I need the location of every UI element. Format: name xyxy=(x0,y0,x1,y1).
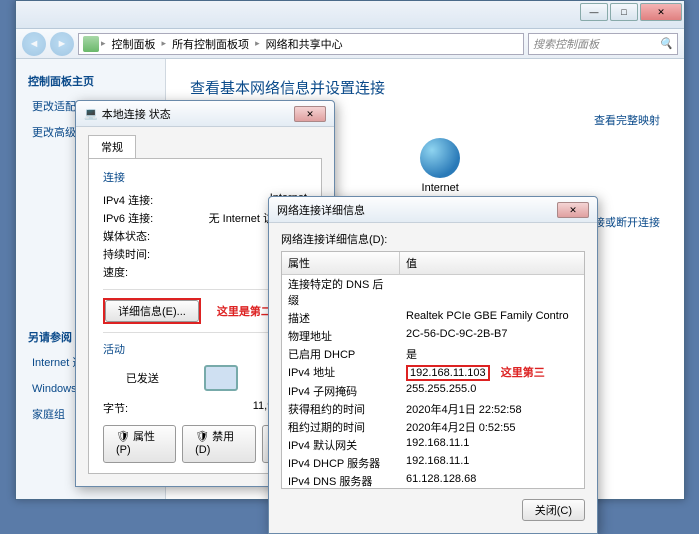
detail-row: 获得租约的时间2020年4月1日 22:52:58 xyxy=(282,400,584,418)
detail-row: 连接特定的 DNS 后缀 xyxy=(282,275,584,309)
navbar: ◄ ► ▸ 控制面板 ▸ 所有控制面板项 ▸ 网络和共享中心 搜索控制面板 🔍 xyxy=(16,29,684,59)
close-button[interactable]: ✕ xyxy=(640,3,682,21)
sent-label: 已发送 xyxy=(126,370,159,386)
page-heading: 查看基本网络信息并设置连接 xyxy=(190,77,660,98)
globe-icon xyxy=(420,138,460,178)
detail-dialog: 网络连接详细信息 ✕ 网络连接详细信息(D): 属性 值 连接特定的 DNS 后… xyxy=(268,196,598,534)
status-close-button[interactable]: ✕ xyxy=(294,106,326,122)
back-button[interactable]: ◄ xyxy=(22,32,46,56)
control-panel-icon xyxy=(83,36,99,52)
detail-subtitle: 网络连接详细信息(D): xyxy=(281,231,585,247)
search-input[interactable]: 搜索控制面板 🔍 xyxy=(528,33,678,55)
detail-dialog-title: 网络连接详细信息 ✕ xyxy=(269,197,597,223)
minimize-button[interactable]: — xyxy=(580,3,608,21)
detail-row: 描述Realtek PCIe GBE Family Contro xyxy=(282,309,584,327)
forward-button[interactable]: ► xyxy=(50,32,74,56)
detail-row: 租约过期的时间2020年4月2日 0:52:55 xyxy=(282,418,584,436)
breadcrumb-item[interactable]: 所有控制面板项 xyxy=(168,36,253,52)
group-connection: 连接 xyxy=(103,169,307,185)
monitor-icon xyxy=(204,365,238,391)
tab-general[interactable]: 常规 xyxy=(88,135,136,158)
col-value: 值 xyxy=(400,252,584,274)
detail-row: IPv4 子网掩码255.255.255.0 xyxy=(282,382,584,400)
breadcrumb[interactable]: ▸ 控制面板 ▸ 所有控制面板项 ▸ 网络和共享中心 xyxy=(78,33,524,55)
details-button[interactable]: 详细信息(E)... xyxy=(105,300,199,322)
search-placeholder: 搜索控制面板 xyxy=(533,36,599,52)
search-icon: 🔍 xyxy=(659,37,673,50)
properties-button[interactable]: 🛡 属性(P) xyxy=(103,425,176,463)
sidebar-title: 控制面板主页 xyxy=(16,69,165,93)
detail-row: 已启用 DHCP是 xyxy=(282,345,584,363)
detail-list: 属性 值 连接特定的 DNS 后缀描述Realtek PCIe GBE Fami… xyxy=(281,251,585,489)
breadcrumb-item[interactable]: 网络和共享中心 xyxy=(262,36,347,52)
annotation-2: 这里是第二 xyxy=(217,303,272,319)
disable-button[interactable]: 🛡 禁用(D) xyxy=(182,425,256,463)
detail-close-x[interactable]: ✕ xyxy=(557,202,589,218)
detail-row: IPv4 DHCP 服务器192.168.11.1 xyxy=(282,454,584,472)
breadcrumb-item[interactable]: 控制面板 xyxy=(108,36,160,52)
internet-node: Internet xyxy=(420,138,460,194)
detail-row: IPv4 DNS 服务器61.128.128.68 xyxy=(282,472,584,489)
col-property: 属性 xyxy=(282,252,400,274)
status-dialog-title: 💻本地连接 状态 ✕ xyxy=(76,101,334,127)
bytes-label: 字节: xyxy=(103,400,128,416)
detail-close-button[interactable]: 关闭(C) xyxy=(522,499,585,521)
detail-row: IPv4 默认网关192.168.11.1 xyxy=(282,436,584,454)
detail-row: 物理地址2C-56-DC-9C-2B-B7 xyxy=(282,327,584,345)
titlebar: — □ ✕ xyxy=(16,1,684,29)
view-full-map-link[interactable]: 查看完整映射 xyxy=(594,115,660,127)
maximize-button[interactable]: □ xyxy=(610,3,638,21)
detail-row: IPv4 地址192.168.11.103 这里第三 xyxy=(282,363,584,382)
